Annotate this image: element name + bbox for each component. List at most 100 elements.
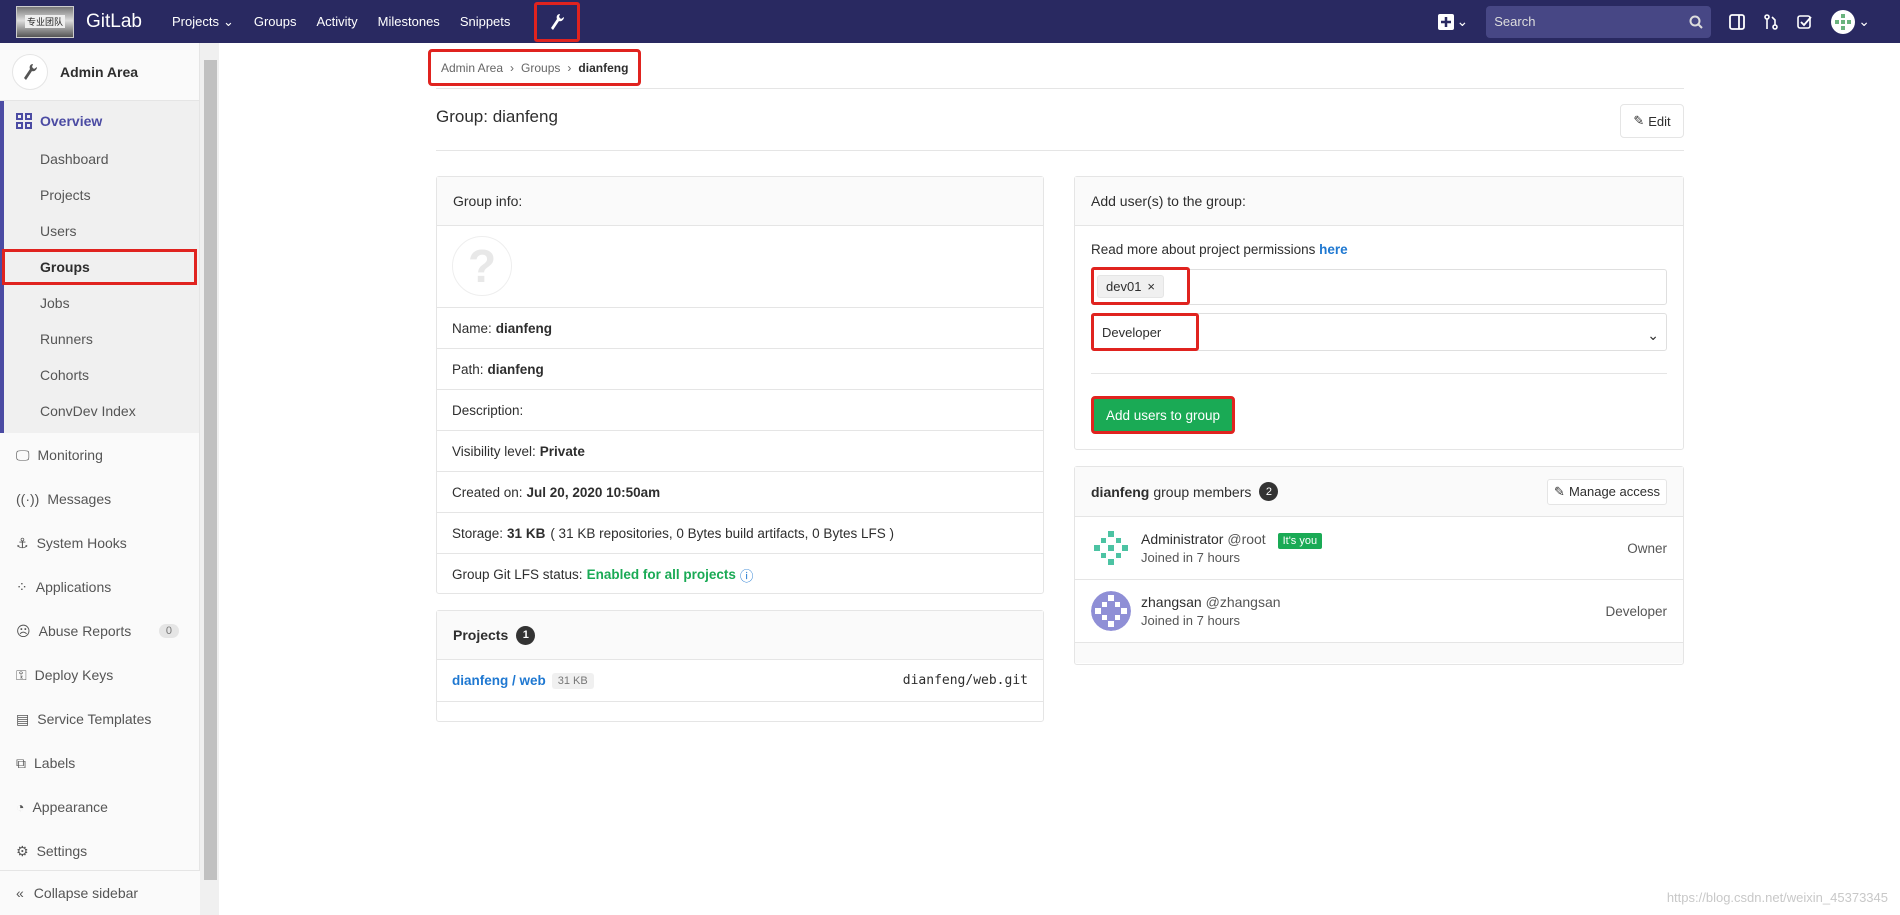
sidebar-item-projects[interactable]: Projects (4, 177, 199, 213)
member-info: zhangsan @zhangsan Joined in 7 hours (1141, 594, 1281, 628)
monitor-icon: 🖵 (16, 446, 30, 463)
member-info: Administrator @root It's you Joined in 7… (1141, 531, 1323, 565)
sidebar-item-convdev-index[interactable]: ConvDev Index (4, 393, 199, 429)
breadcrumb-groups[interactable]: Groups (521, 61, 560, 75)
remove-token-icon[interactable]: × (1147, 279, 1155, 294)
sidebar-item-applications[interactable]: ⁘ Applications (0, 565, 199, 609)
nav-activity[interactable]: Activity (317, 14, 358, 29)
help-icon[interactable]: ⓘ (740, 565, 754, 585)
brand-name[interactable]: GitLab (86, 11, 142, 33)
plus-square-icon (1437, 13, 1454, 30)
apps-grid-icon: ⁘ (16, 578, 28, 595)
nav-projects-label: Projects (171, 14, 219, 29)
sidebar-item-system-hooks[interactable]: ⚓ System Hooks (0, 521, 199, 565)
members-header: dianfeng group members 2 ✎ Manage access (1075, 467, 1683, 517)
member-name-line: zhangsan @zhangsan (1141, 594, 1281, 610)
breadcrumb: Admin Area › Groups › dianfeng (428, 49, 642, 86)
sidebar-item-messages[interactable]: ((·)) Messages (0, 477, 199, 521)
group-storage-row: Storage: 31 KB( 31 KB repositories, 0 Byt… (437, 513, 1043, 554)
edit-icon: ✎ (1554, 483, 1565, 499)
sidebar-item-label: Appearance (32, 799, 108, 815)
chevron-right-icon: › (567, 60, 572, 75)
group-name-row: Name: dianfeng (437, 308, 1043, 349)
avatar (1091, 591, 1131, 631)
project-row: dianfeng / web 31 KB dianfeng/web.git (437, 660, 1043, 702)
group-description-row: Description: (437, 390, 1043, 431)
chevron-down-icon: ⌄ (1858, 13, 1870, 29)
user-avatar (1831, 9, 1856, 34)
watermark: https://blog.csdn.net/weixin_45373345 (1666, 890, 1888, 905)
sidebar-item-monitoring[interactable]: 🖵 Monitoring (0, 433, 199, 477)
sidebar-item-settings[interactable]: ⚙ Settings (0, 829, 199, 873)
sidebar-item-label: Service Templates (37, 711, 152, 727)
sidebar-toggle-icon[interactable] (1729, 13, 1746, 30)
logo-image[interactable]: 专业团队 (16, 5, 74, 38)
members-group-name: dianfeng (1091, 483, 1150, 500)
group-lfs-row: Group Git LFS status: Enabled for all pro… (437, 554, 1043, 595)
members-panel: dianfeng group members 2 ✎ Manage access… (1074, 466, 1684, 665)
sidebar-item-dashboard[interactable]: Dashboard (4, 141, 199, 177)
template-icon: ▤ (16, 710, 30, 727)
sidebar-item-cohorts[interactable]: Cohorts (4, 357, 199, 393)
user-menu[interactable]: ⌄ (1831, 9, 1870, 34)
search-input[interactable]: Search (1486, 5, 1712, 38)
avatar (1091, 528, 1131, 568)
nav-milestones[interactable]: Milestones (378, 14, 440, 29)
nav-groups[interactable]: Groups (254, 14, 297, 29)
role-select-label: Developer (1102, 324, 1162, 340)
gear-icon: ⚙ (16, 842, 29, 859)
edit-icon: ✎ (1633, 113, 1645, 128)
its-you-badge: It's you (1277, 533, 1323, 549)
project-size-badge: 31 KB (551, 672, 594, 689)
breadcrumb-admin-area[interactable]: Admin Area (441, 61, 503, 75)
sidebar-item-label: Overview (40, 113, 103, 129)
chevron-down-icon: ⌄ (1456, 13, 1469, 29)
divider (436, 150, 1684, 151)
sidebar-item-groups[interactable]: Groups (2, 249, 197, 285)
sidebar-item-jobs[interactable]: Jobs (4, 285, 199, 321)
todo-check-icon[interactable] (1797, 14, 1813, 30)
created-value: Jul 20, 2020 10:50am (526, 484, 661, 500)
sidebar-item-overview[interactable]: Overview (4, 101, 199, 141)
sidebar-item-label: Abuse Reports (38, 623, 132, 639)
group-info-panel: Group info: ? Name: dianfeng Path: dianfen… (436, 176, 1044, 594)
sidebar-item-abuse-reports[interactable]: ☹ Abuse Reports 0 (0, 609, 199, 653)
merge-request-icon[interactable] (1763, 13, 1779, 30)
add-users-header: Add user(s) to the group: (1075, 177, 1683, 226)
role-select-value[interactable]: Developer (1091, 313, 1199, 351)
search-placeholder: Search (1494, 14, 1536, 29)
sidebar-item-runners[interactable]: Runners (4, 321, 199, 357)
storage-label: Storage: (452, 525, 504, 541)
project-link[interactable]: dianfeng / web (452, 673, 546, 688)
sidebar-item-users[interactable]: Users (4, 213, 199, 249)
member-name[interactable]: zhangsan (1141, 594, 1202, 610)
sidebar-header[interactable]: Admin Area (0, 43, 199, 101)
add-users-to-group-button[interactable]: Add users to group (1091, 396, 1235, 434)
admin-area-button[interactable] (534, 1, 581, 42)
projects-header: Projects 1 (437, 611, 1043, 660)
sidebar-item-service-templates[interactable]: ▤ Service Templates (0, 697, 199, 741)
collapse-sidebar-label: Collapse sidebar (33, 885, 139, 901)
breadcrumb-current[interactable]: dianfeng (578, 61, 628, 75)
manage-access-button[interactable]: ✎ Manage access (1547, 478, 1667, 505)
sidebar-item-deploy-keys[interactable]: ⚿ Deploy Keys (0, 653, 199, 697)
edit-button[interactable]: ✎ Edit (1620, 104, 1684, 138)
key-icon: ⚿ (16, 666, 27, 683)
sidebar-scroll-thumb[interactable] (204, 60, 217, 880)
sidebar-item-label: Applications (35, 579, 112, 595)
member-name[interactable]: Administrator (1141, 531, 1223, 547)
collapse-sidebar-button[interactable]: « Collapse sidebar (0, 870, 200, 915)
sidebar-item-labels[interactable]: ⧉ Labels (0, 741, 199, 785)
user-token[interactable]: dev01 × (1097, 275, 1165, 298)
description-label: Description: (452, 402, 524, 418)
sidebar-item-label: Messages (47, 491, 112, 507)
sidebar-item-appearance[interactable]: ◔ Appearance (0, 785, 199, 829)
nav-projects[interactable]: Projects ⌄ (172, 14, 234, 30)
path-label: Path: (452, 361, 484, 377)
storage-value: 31 KB (507, 525, 546, 541)
nav-snippets[interactable]: Snippets (460, 14, 511, 29)
lfs-value[interactable]: Enabled for all projects (587, 567, 736, 582)
projects-header-label: Projects (453, 627, 509, 643)
group-created-row: Created on: Jul 20, 2020 10:50am (437, 472, 1043, 513)
new-item-dropdown[interactable]: ⌄ (1437, 13, 1469, 30)
